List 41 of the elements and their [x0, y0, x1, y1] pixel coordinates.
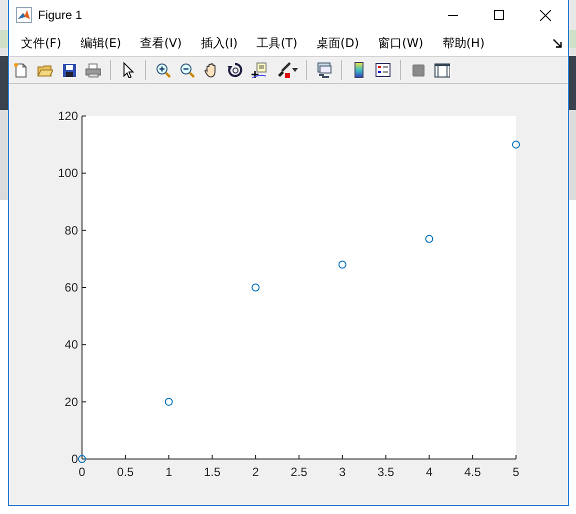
zoom-out-button[interactable]	[178, 61, 196, 79]
save-button[interactable]	[60, 61, 78, 79]
y-tick-label: 20	[64, 394, 78, 409]
maximize-icon[interactable]	[494, 10, 504, 20]
menu-item[interactable]: 工具(T)	[250, 34, 304, 52]
menu-item[interactable]: 帮助(H)	[436, 34, 491, 52]
y-tick-label: 80	[64, 223, 78, 238]
menu-item[interactable]: 文件(F)	[15, 34, 68, 52]
x-tick-label: 1	[165, 465, 172, 479]
x-tick-label: 4	[426, 465, 433, 479]
window-title: Figure 1	[38, 8, 84, 22]
x-tick-label: 2.5	[290, 465, 308, 479]
data-cursor-button[interactable]	[250, 61, 268, 79]
menu-item[interactable]: 桌面(D)	[310, 34, 366, 52]
x-tick-label: 1.5	[204, 465, 221, 479]
menu-item[interactable]: 窗口(W)	[372, 34, 430, 52]
y-tick-label: 0	[71, 452, 78, 466]
x-tick-label: 5	[512, 465, 520, 479]
app-icon	[16, 7, 32, 23]
legend-button[interactable]	[374, 61, 392, 79]
zoom-in-button[interactable]	[154, 61, 172, 79]
y-tick-label: 120	[58, 109, 78, 123]
y-tick-label: 100	[58, 166, 78, 180]
menu-item[interactable]: 查看(V)	[134, 34, 188, 52]
y-tick-label: 60	[64, 280, 78, 294]
printer-button[interactable]	[84, 61, 102, 79]
y-tick-label: 40	[64, 338, 78, 352]
x-tick-label: 0.5	[117, 465, 134, 479]
caret-icon[interactable]	[292, 68, 298, 72]
x-tick-label: 4.5	[464, 465, 481, 479]
rotate-button[interactable]	[226, 61, 244, 79]
close-icon[interactable]	[540, 10, 550, 20]
dock-arrow-icon[interactable]	[553, 38, 562, 48]
x-tick-label: 0	[78, 465, 86, 479]
x-tick-label: 3	[339, 465, 346, 479]
x-tick-label: 2	[252, 465, 259, 479]
x-tick-label: 3.5	[377, 465, 394, 479]
linked-plots-button[interactable]	[315, 61, 333, 79]
menu-item[interactable]: 编辑(E)	[74, 34, 128, 52]
window-frame-button[interactable]	[433, 61, 451, 79]
menu-item[interactable]: 插入(I)	[194, 34, 244, 52]
